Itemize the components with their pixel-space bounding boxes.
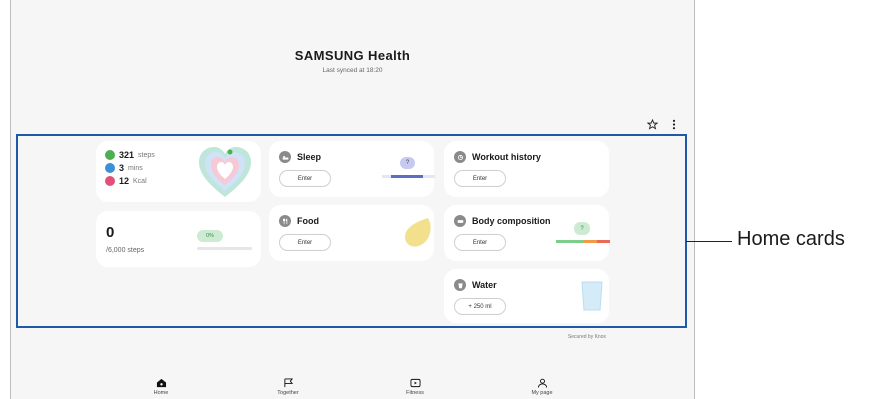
body-composition-card[interactable]: Body composition Enter ? [444,205,610,261]
sleep-icon [279,151,291,163]
more-icon[interactable] [668,118,680,130]
activity-card[interactable]: 321 steps 3 mins 12 Kcal [96,141,261,202]
home-icon [156,378,166,388]
water-title: Water [472,280,497,290]
steps-target: /6,000 steps [106,247,145,254]
food-card[interactable]: Food Enter [269,205,434,261]
calories-icon [105,176,115,186]
water-glass-icon [581,281,603,311]
sleep-title-row: Sleep [279,151,321,163]
fitness-play-icon [410,378,420,388]
steps-stat: 321 steps [105,150,155,160]
nav-mypage[interactable]: My page [512,378,572,396]
sync-status: Last synced at 18:20 [322,67,383,74]
nav-home-label: Home [153,390,169,396]
sleep-chart-bar [382,175,435,178]
workout-title-row: Workout history [454,151,541,163]
callout-label: Home cards [737,228,845,250]
activity-heart-icon [199,147,251,197]
food-plate-icon [405,218,431,247]
steps-icon [105,150,115,160]
bottom-nav: Home Together Fitness My page [11,372,694,399]
workout-title: Workout history [472,152,541,162]
steps-unit: steps [138,151,155,159]
mins-value: 3 [119,163,125,173]
knox-label: Secured by Knox [567,334,606,340]
water-title-row: Water [454,279,497,291]
workout-history-card[interactable]: Workout history Enter [444,141,609,197]
workout-icon [454,151,466,163]
nav-mypage-label: My page [531,390,553,396]
food-icon [279,215,291,227]
body-composition-icon [454,215,466,227]
sleep-enter-button[interactable]: Enter [279,170,331,187]
food-enter-button[interactable]: Enter [279,234,331,251]
workout-enter-button[interactable]: Enter [454,170,506,187]
nav-fitness[interactable]: Fitness [385,378,445,396]
body-title-row: Body composition [454,215,551,227]
sleep-question-badge: ? [400,157,415,169]
nav-together[interactable]: Together [258,378,318,396]
steps-count: 0 [106,224,115,241]
flag-icon [283,378,293,388]
person-icon [537,378,547,388]
tablet-screen: SAMSUNG Health Last synced at 18:20 321 … [10,0,695,399]
body-question-badge: ? [574,222,590,235]
nav-fitness-label: Fitness [406,390,424,396]
steps-percent-badge: 0% [197,230,223,242]
water-add-button[interactable]: + 250 ml [454,298,506,315]
water-card[interactable]: Water + 250 ml [444,269,609,323]
top-actions [646,118,680,130]
food-title: Food [297,216,319,226]
app-title: SAMSUNG Health [294,48,411,63]
mins-stat: 3 mins [105,163,155,173]
food-title-row: Food [279,215,319,227]
water-icon [454,279,466,291]
nav-home[interactable]: Home [131,378,191,396]
callout-line [686,241,732,242]
body-enter-button[interactable]: Enter [454,234,506,251]
app-header: SAMSUNG Health Last synced at 18:20 [11,48,694,74]
sleep-title: Sleep [297,152,322,162]
star-icon[interactable] [646,118,658,130]
sleep-card[interactable]: Sleep Enter ? [269,141,435,197]
steps-progress-bar [197,247,252,250]
kcal-value: 12 [119,176,130,186]
kcal-stat: 12 Kcal [105,176,155,186]
kcal-unit: Kcal [133,177,147,185]
body-title: Body composition [472,216,551,226]
steps-card[interactable]: 0 /6,000 steps 0% [96,211,261,267]
nav-together-label: Together [277,390,299,396]
active-time-icon [105,163,115,173]
body-composition-bar [556,240,610,243]
steps-value: 321 [119,150,135,160]
mins-unit: mins [128,164,143,172]
